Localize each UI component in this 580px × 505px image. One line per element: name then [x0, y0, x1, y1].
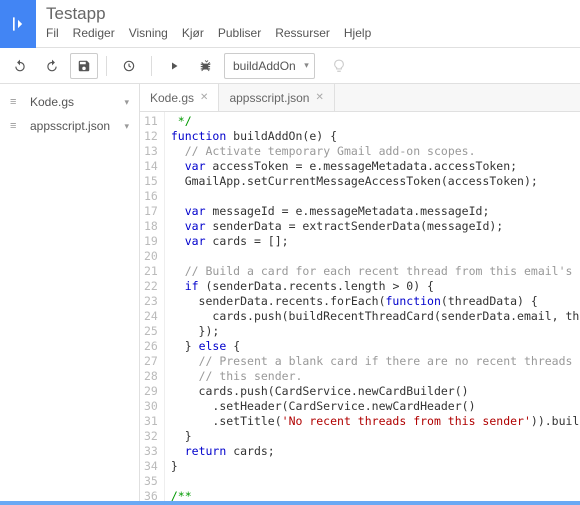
debug-button[interactable]: [192, 53, 220, 79]
save-button[interactable]: [70, 53, 98, 79]
chevron-down-icon: ▾: [124, 97, 129, 108]
close-icon[interactable]: ✕: [315, 92, 323, 103]
file-item-appsscript[interactable]: ≡ appsscript.json ▾: [4, 114, 135, 138]
code-lines[interactable]: */function buildAddOn(e) { // Activate t…: [165, 112, 580, 501]
function-select[interactable]: buildAddOn: [224, 53, 315, 79]
menubar: Fil Rediger Visning Kjør Publiser Ressur…: [46, 26, 371, 40]
tab-label: Kode.gs: [150, 91, 194, 105]
time-button[interactable]: [115, 53, 143, 79]
file-icon: ≡: [10, 96, 24, 108]
bottom-bar: [0, 501, 580, 505]
tabs: Kode.gs ✕ appsscript.json ✕: [140, 84, 580, 112]
divider: [106, 56, 107, 76]
tab-kode[interactable]: Kode.gs ✕: [140, 84, 219, 111]
menu-publiser[interactable]: Publiser: [218, 26, 261, 40]
toolbar: buildAddOn: [0, 48, 580, 84]
file-item-kode[interactable]: ≡ Kode.gs ▾: [4, 90, 135, 114]
sidebar: ≡ Kode.gs ▾ ≡ appsscript.json ▾: [0, 84, 140, 501]
file-name: appsscript.json: [30, 119, 110, 133]
menu-ressurser[interactable]: Ressurser: [275, 26, 330, 40]
app-title[interactable]: Testapp: [46, 4, 371, 24]
file-icon: ≡: [10, 120, 24, 132]
main: ≡ Kode.gs ▾ ≡ appsscript.json ▾ Kode.gs …: [0, 84, 580, 501]
tab-label: appsscript.json: [229, 91, 309, 105]
undo-button[interactable]: [6, 53, 34, 79]
editor: Kode.gs ✕ appsscript.json ✕ 111213141516…: [140, 84, 580, 501]
header: Testapp Fil Rediger Visning Kjør Publise…: [0, 0, 580, 48]
menu-fil[interactable]: Fil: [46, 26, 59, 40]
chevron-down-icon: ▾: [124, 121, 129, 132]
line-gutter: 1112131415161718192021222324252627282930…: [140, 112, 165, 501]
menu-hjelp[interactable]: Hjelp: [344, 26, 371, 40]
close-icon[interactable]: ✕: [200, 92, 208, 103]
code-area[interactable]: 1112131415161718192021222324252627282930…: [140, 112, 580, 501]
app-logo[interactable]: [0, 0, 36, 48]
bulb-icon[interactable]: [325, 53, 353, 79]
menu-kjor[interactable]: Kjør: [182, 26, 204, 40]
menu-rediger[interactable]: Rediger: [73, 26, 115, 40]
menu-visning[interactable]: Visning: [129, 26, 168, 40]
run-button[interactable]: [160, 53, 188, 79]
divider: [151, 56, 152, 76]
redo-button[interactable]: [38, 53, 66, 79]
tab-appsscript[interactable]: appsscript.json ✕: [219, 84, 334, 111]
file-name: Kode.gs: [30, 95, 74, 109]
